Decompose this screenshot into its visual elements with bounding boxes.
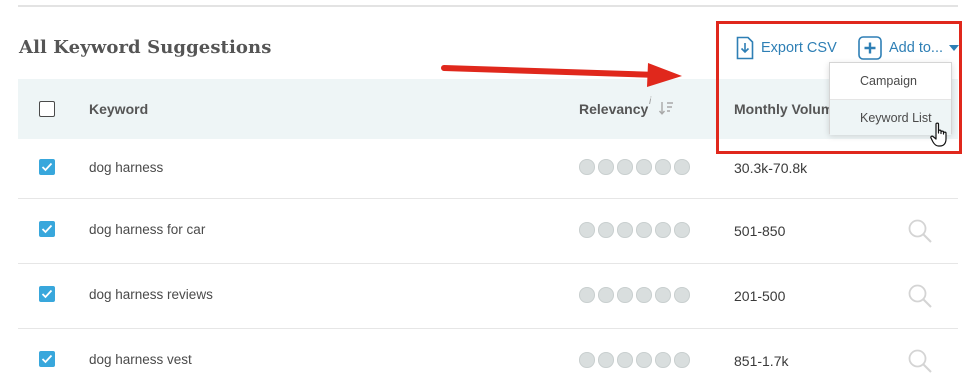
volume-cell: 30.3k-70.8k bbox=[734, 160, 808, 176]
row-divider bbox=[18, 328, 958, 329]
sort-icon[interactable] bbox=[658, 101, 674, 120]
relevancy-dots bbox=[579, 222, 690, 238]
checkmark-icon bbox=[41, 162, 53, 172]
annotation-highlight-box bbox=[716, 21, 962, 154]
search-icon[interactable] bbox=[907, 218, 933, 249]
search-icon[interactable] bbox=[907, 283, 933, 314]
row-checkbox[interactable] bbox=[39, 159, 55, 175]
relevancy-dot bbox=[617, 222, 633, 238]
relevancy-dot bbox=[579, 159, 595, 175]
relevancy-dot bbox=[636, 352, 652, 368]
relevancy-dot bbox=[617, 352, 633, 368]
row-checkbox[interactable] bbox=[39, 286, 55, 302]
relevancy-dot bbox=[598, 159, 614, 175]
relevancy-dot bbox=[598, 352, 614, 368]
keyword-cell: dog harness vest bbox=[89, 352, 192, 367]
relevancy-dot bbox=[579, 287, 595, 303]
relevancy-dot bbox=[655, 352, 671, 368]
relevancy-dot bbox=[674, 352, 690, 368]
row-checkbox[interactable] bbox=[39, 351, 55, 367]
relevancy-dot bbox=[579, 352, 595, 368]
relevancy-dot bbox=[636, 159, 652, 175]
checkmark-icon bbox=[41, 354, 53, 364]
relevancy-dot bbox=[674, 287, 690, 303]
section-title: All Keyword Suggestions bbox=[19, 37, 272, 58]
relevancy-dot bbox=[674, 159, 690, 175]
relevancy-dot bbox=[579, 222, 595, 238]
relevancy-dot bbox=[655, 159, 671, 175]
relevancy-dots bbox=[579, 352, 690, 368]
checkmark-icon bbox=[41, 224, 53, 234]
keyword-cell: dog harness reviews bbox=[89, 287, 213, 302]
relevancy-dots bbox=[579, 287, 690, 303]
relevancy-dot bbox=[636, 222, 652, 238]
keyword-cell: dog harness for car bbox=[89, 222, 206, 237]
volume-cell: 201-500 bbox=[734, 288, 786, 304]
relevancy-dot bbox=[655, 287, 671, 303]
checkmark-icon bbox=[41, 289, 53, 299]
keyword-cell: dog harness bbox=[89, 160, 164, 175]
relevancy-dot bbox=[674, 222, 690, 238]
column-header-keyword[interactable]: Keyword bbox=[89, 101, 148, 117]
volume-cell: 501-850 bbox=[734, 223, 786, 239]
relevancy-dot bbox=[636, 287, 652, 303]
row-divider bbox=[18, 263, 958, 264]
relevancy-dot bbox=[617, 287, 633, 303]
relevancy-dot bbox=[617, 159, 633, 175]
volume-cell: 851-1.7k bbox=[734, 353, 789, 369]
relevancy-dot bbox=[598, 287, 614, 303]
search-icon[interactable] bbox=[907, 348, 933, 379]
top-divider bbox=[18, 5, 958, 7]
row-divider bbox=[18, 198, 958, 199]
select-all-checkbox[interactable] bbox=[39, 101, 55, 117]
relevancy-dot bbox=[655, 222, 671, 238]
row-checkbox[interactable] bbox=[39, 221, 55, 237]
annotation-arrow-icon bbox=[440, 58, 690, 103]
relevancy-dot bbox=[598, 222, 614, 238]
column-header-relevancy[interactable]: Relevancy bbox=[579, 101, 648, 117]
relevancy-dots bbox=[579, 159, 690, 175]
